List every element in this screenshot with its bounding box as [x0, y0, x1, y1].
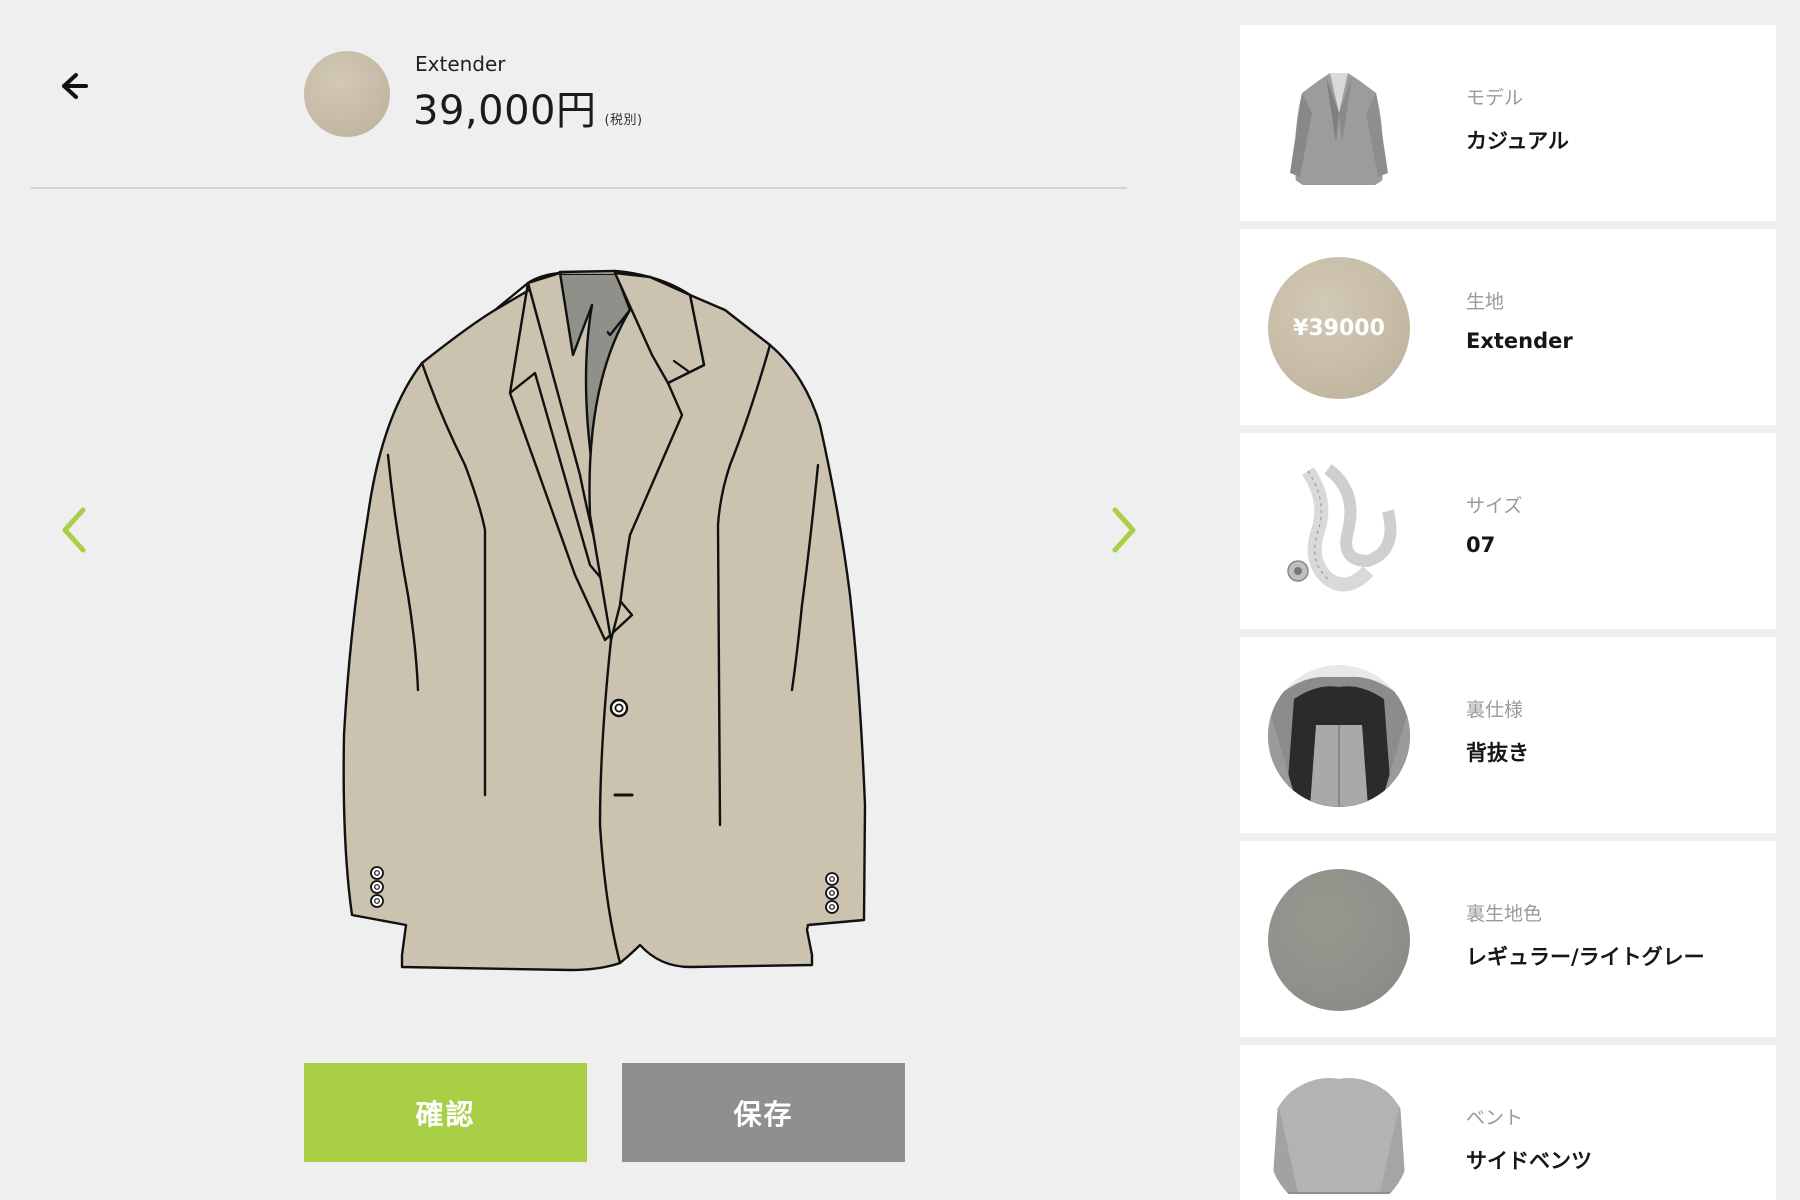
back-arrow-icon[interactable]: [52, 66, 92, 106]
save-button[interactable]: 保存: [622, 1063, 905, 1162]
option-label: 裏仕様: [1466, 699, 1524, 721]
fabric-name: Extender: [415, 52, 506, 76]
header-divider: [31, 187, 1127, 189]
tax-note: (税別): [604, 113, 643, 128]
fabric-swatch-icon: [304, 51, 390, 137]
option-value: 07: [1466, 533, 1496, 557]
lining-spec-photo-icon: [1268, 665, 1410, 807]
option-card-lining-color[interactable]: 裏生地色 レギュラー/ライトグレー: [1240, 841, 1776, 1037]
price-value: 39,000円: [413, 88, 597, 134]
confirm-button[interactable]: 確認: [304, 1063, 587, 1162]
option-value: 背抜き: [1466, 741, 1529, 765]
casual-jacket-photo-icon: [1268, 53, 1410, 195]
option-value: レギュラー/ライトグレー: [1466, 945, 1705, 969]
chevron-left-icon[interactable]: [55, 500, 95, 560]
fabric-swatch-icon: ¥39000: [1268, 257, 1410, 399]
option-label: 生地: [1466, 291, 1505, 313]
option-card-fabric[interactable]: ¥39000 生地 Extender: [1240, 229, 1776, 425]
option-card-model[interactable]: モデル カジュアル: [1240, 25, 1776, 221]
fabric-price-label: ¥39000: [1293, 315, 1385, 341]
option-value: カジュアル: [1466, 129, 1569, 153]
measuring-tape-icon: [1268, 461, 1410, 603]
chevron-right-icon[interactable]: [1103, 500, 1143, 560]
option-value: Extender: [1466, 329, 1573, 353]
option-card-lining-spec[interactable]: 裏仕様 背抜き: [1240, 637, 1776, 833]
option-label: サイズ: [1466, 495, 1523, 517]
lining-color-swatch-icon: [1268, 869, 1410, 1011]
option-label: 裏生地色: [1466, 903, 1543, 925]
option-label: ベント: [1466, 1107, 1524, 1129]
option-card-vent[interactable]: ベント サイドベンツ: [1240, 1045, 1776, 1200]
price: 39,000円 (税別): [413, 78, 643, 136]
option-card-size[interactable]: サイズ 07: [1240, 433, 1776, 629]
options-panel: モデル カジュアル ¥39000 生地 Extender サイズ 07 裏仕様 …: [1212, 0, 1800, 1200]
option-label: モデル: [1466, 87, 1524, 109]
preview-panel: Extender 39,000円 (税別) 確認 保存: [0, 0, 1212, 1200]
option-value: サイドベンツ: [1466, 1149, 1592, 1173]
vent-photo-icon: [1268, 1073, 1410, 1200]
jacket-preview: [342, 269, 867, 972]
